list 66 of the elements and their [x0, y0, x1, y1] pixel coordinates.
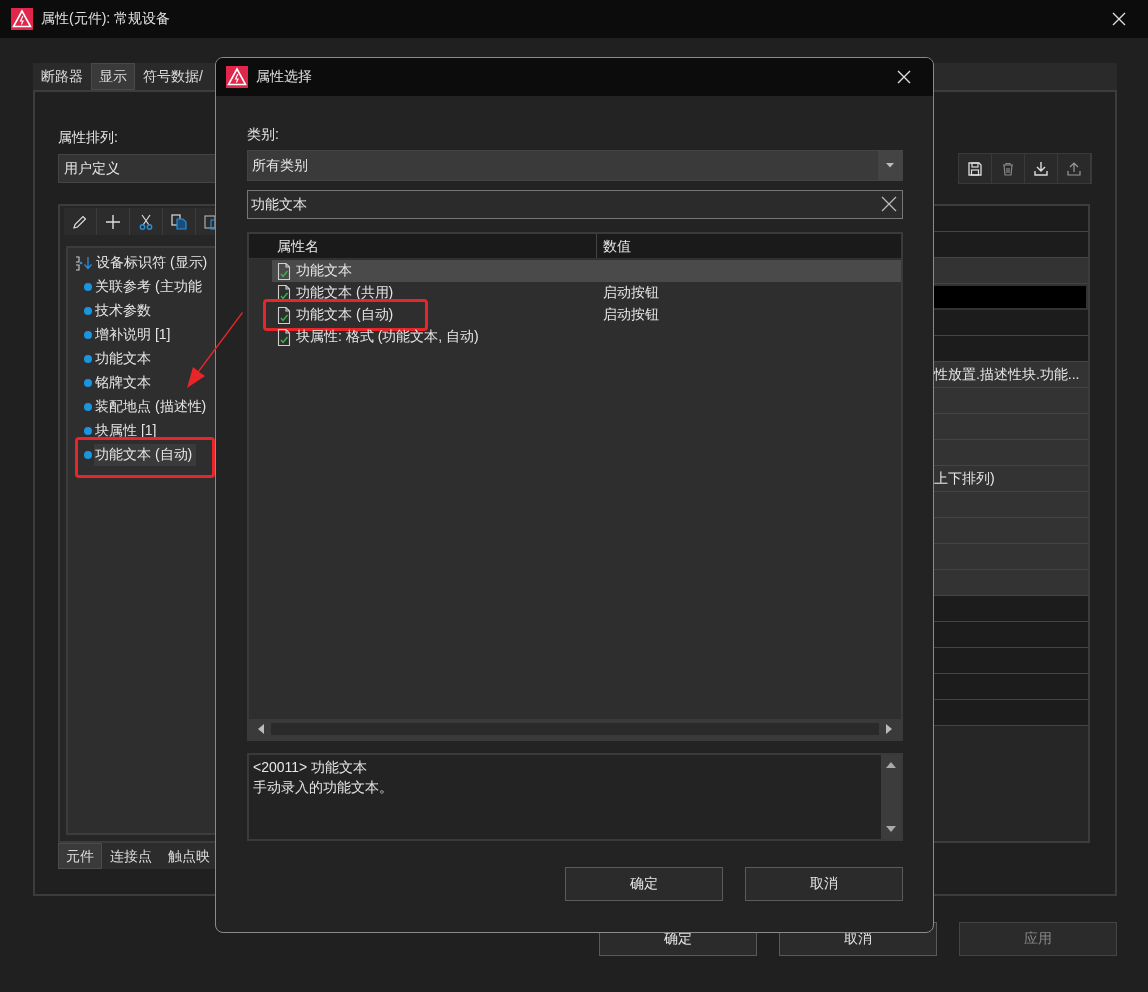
- property-value: 启动按钮: [603, 306, 659, 324]
- scroll-right-icon: [885, 724, 893, 734]
- tree-item[interactable]: 功能文本 (自动): [94, 444, 197, 466]
- property-name: 块属性: 格式 (功能文本, 自动): [296, 328, 479, 346]
- scissors-icon[interactable]: [137, 212, 155, 231]
- scroll-left-icon: [257, 724, 265, 734]
- list-row[interactable]: 功能文本 (自动) 启动按钮: [272, 304, 901, 326]
- dropdown-arrow-icon: [886, 163, 894, 168]
- tab[interactable]: 断路器: [33, 63, 91, 90]
- description-text: 手动录入的功能文本。: [253, 778, 394, 797]
- close-icon[interactable]: [897, 70, 911, 84]
- close-icon[interactable]: [1112, 12, 1126, 26]
- property-value: 启动按钮: [603, 284, 659, 302]
- category-dropdown[interactable]: 所有类别: [247, 150, 903, 181]
- tree-item[interactable]: 关联参考 (主功能: [94, 276, 206, 298]
- column-header: 属性名: [249, 234, 597, 258]
- download-icon[interactable]: [1032, 159, 1050, 178]
- warning-logo-icon: [226, 66, 248, 88]
- tab[interactable]: 显示: [91, 63, 135, 90]
- bullet-icon: [84, 427, 92, 435]
- scroll-down-icon: [886, 826, 896, 833]
- sort-icon: [74, 255, 94, 271]
- tree-item[interactable]: 技术参数: [94, 300, 155, 322]
- window-title: 属性(元件): 常规设备: [41, 10, 171, 28]
- dialog-button[interactable]: 确定: [565, 867, 723, 901]
- field-label: 类别:: [247, 126, 280, 144]
- description-text: <20011> 功能文本: [253, 758, 369, 777]
- scroll-up-icon: [886, 761, 896, 768]
- dialog-button[interactable]: 取消: [745, 867, 903, 901]
- plus-icon[interactable]: [104, 212, 122, 231]
- copy-icon[interactable]: [170, 212, 188, 231]
- field-label: 属性排列:: [58, 129, 118, 147]
- grid-value: 性放置.描述性块.功能...: [934, 365, 1080, 384]
- bullet-icon: [84, 451, 92, 459]
- document-check-icon: [276, 305, 292, 325]
- grid-value: 上下排列): [934, 469, 995, 488]
- save-icon[interactable]: [966, 159, 984, 178]
- bullet-icon: [84, 379, 92, 387]
- tab[interactable]: 连接点: [102, 843, 160, 869]
- bullet-icon: [84, 331, 92, 339]
- bullet-icon: [84, 355, 92, 363]
- tree-item[interactable]: 铭牌文本: [94, 372, 155, 394]
- bullet-icon: [84, 403, 92, 411]
- document-check-icon: [276, 261, 292, 281]
- dialog-title: 属性选择: [256, 68, 312, 86]
- list-row[interactable]: 功能文本: [272, 260, 901, 282]
- clear-icon[interactable]: [881, 196, 897, 212]
- bullet-icon: [84, 283, 92, 291]
- tree-item[interactable]: 功能文本: [94, 348, 155, 370]
- horizontal-scrollbar[interactable]: [249, 719, 901, 739]
- property-name: 功能文本: [296, 262, 352, 280]
- property-name: 功能文本 (自动): [296, 306, 394, 324]
- vertical-scrollbar[interactable]: [881, 755, 901, 839]
- tree-item[interactable]: 设备标识符 (显示): [95, 252, 212, 274]
- list-row[interactable]: 块属性: 格式 (功能文本, 自动): [272, 326, 901, 348]
- tree-item[interactable]: 增补说明 [1]: [94, 324, 175, 346]
- dropdown-value: 所有类别: [251, 156, 309, 175]
- bullet-icon: [84, 307, 92, 315]
- tab[interactable]: 触点映: [160, 843, 218, 869]
- warning-logo-icon: [11, 8, 33, 30]
- search-field[interactable]: 功能文本: [247, 190, 903, 219]
- column-header: 数值: [602, 237, 631, 256]
- tree-item[interactable]: 装配地点 (描述性): [94, 396, 211, 418]
- tab[interactable]: 元件: [58, 843, 102, 869]
- document-check-icon: [276, 327, 292, 347]
- tab[interactable]: 符号数据/: [135, 63, 211, 90]
